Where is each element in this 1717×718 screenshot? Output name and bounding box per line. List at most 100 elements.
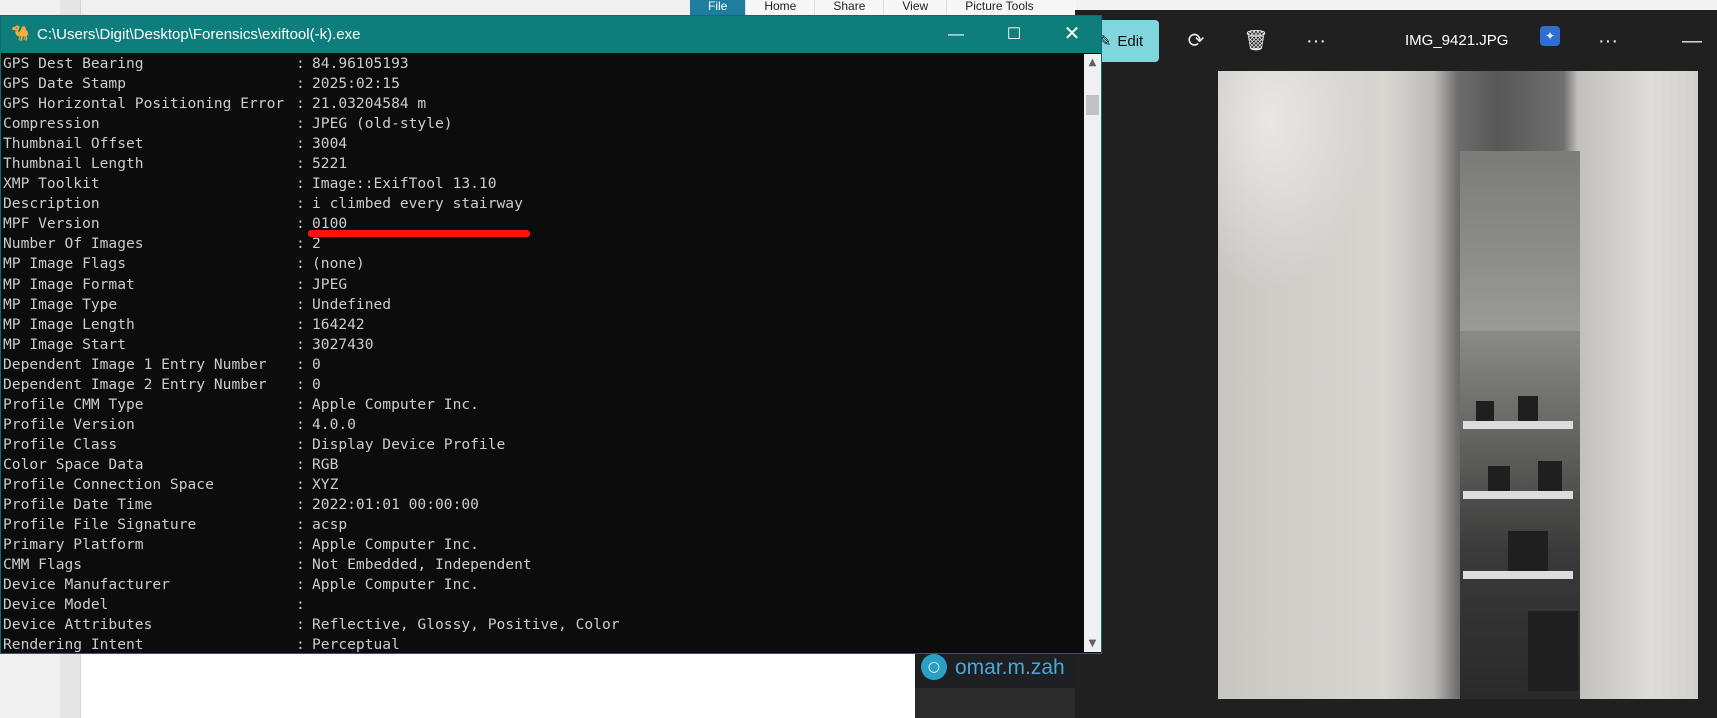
exif-separator: :	[296, 335, 305, 353]
exif-separator: :	[296, 435, 305, 453]
exif-row: MPF Version:0100	[3, 214, 1083, 234]
console-title: C:\Users\Digit\Desktop\Forensics\exiftoo…	[37, 26, 361, 43]
exif-tag-value: 164242	[312, 315, 365, 333]
exif-tag-name: Number Of Images	[3, 235, 144, 253]
exif-separator: :	[296, 616, 305, 634]
exif-separator: :	[296, 75, 305, 93]
ribbon-tab[interactable]: Share	[814, 0, 883, 15]
maximize-button[interactable]: ☐	[985, 16, 1043, 53]
ribbon-tab[interactable]: File	[690, 0, 746, 15]
overflow-menu-icon[interactable]: ···	[1595, 28, 1621, 54]
close-button[interactable]: ✕	[1043, 16, 1101, 53]
exif-row: Device Model:	[3, 595, 1083, 615]
more-options-icon[interactable]: ···	[1303, 28, 1329, 54]
presence-icon: ○	[921, 654, 947, 680]
exif-row: Profile Class: Display Device Profile	[3, 435, 1083, 455]
exif-tag-name: CMM Flags	[3, 556, 83, 574]
exif-tag-value: Apple Computer Inc.	[312, 395, 479, 413]
exif-tag-value: XYZ	[312, 475, 339, 493]
exif-separator: :	[296, 536, 305, 554]
ribbon-tab[interactable]: View	[883, 0, 946, 15]
exif-row: Profile File Signature: acsp	[3, 515, 1083, 535]
exif-tag-name: Dependent Image 1 Entry Number	[3, 355, 267, 373]
exif-tag-value: 0	[312, 355, 321, 373]
exif-separator: :	[296, 255, 305, 273]
exif-row: Profile CMM Type: Apple Computer Inc.	[3, 395, 1083, 415]
exif-row: Profile Date Time:2022:01:01 00:00:00	[3, 495, 1083, 515]
displayed-photo	[1218, 71, 1698, 699]
exif-tag-value: 2022:01:01 00:00:00	[312, 496, 479, 514]
exif-separator: :	[296, 636, 305, 652]
exif-separator: :	[296, 516, 305, 534]
ribbon-tab[interactable]: Home	[745, 0, 814, 15]
exif-tag-value: Apple Computer Inc.	[312, 536, 479, 554]
exif-tag-value: Perceptual	[312, 636, 400, 652]
exif-tag-name: Profile Date Time	[3, 496, 153, 514]
exif-separator: :	[296, 415, 305, 433]
exif-tag-name: GPS Date Stamp	[3, 75, 127, 93]
exif-tag-value: Image::ExifTool 13.10	[312, 175, 497, 193]
photos-app-window: ✎ Edit ⟳ 🗑 ··· IMG_9421.JPG ✦ ··· —	[1075, 10, 1717, 718]
exif-tag-name: GPS Dest Bearing	[3, 55, 144, 72]
exif-tag-value: 21.03204584 m	[312, 95, 427, 113]
exif-row: MP Image Length:164242	[3, 315, 1083, 335]
exif-row: Number Of Images:2	[3, 234, 1083, 254]
teams-lower-area	[915, 688, 1075, 718]
exif-tag-name: Profile Class	[3, 435, 118, 453]
editor-app-icon[interactable]: ✦	[1540, 26, 1560, 46]
exif-separator: :	[296, 235, 305, 253]
exif-tag-value: 3027430	[312, 335, 374, 353]
exif-tag-name: MP Image Flags	[3, 255, 127, 273]
console-titlebar[interactable]: 🐪 C:\Users\Digit\Desktop\Forensics\exift…	[1, 16, 1101, 53]
exif-tag-value: Not Embedded, Independent	[312, 556, 532, 574]
exif-row: MP Image Flags: (none)	[3, 254, 1083, 274]
exif-tag-name: Device Attributes	[3, 616, 153, 634]
exif-tag-value: Apple Computer Inc.	[312, 576, 479, 594]
exif-row: Profile Version:4.0.0	[3, 415, 1083, 435]
scroll-thumb[interactable]	[1086, 95, 1099, 115]
exif-separator: :	[296, 395, 305, 413]
exif-separator: :	[296, 55, 305, 72]
photo-desk	[1463, 491, 1573, 499]
exif-row: Device Attributes: Reflective, Glossy, Po…	[3, 615, 1083, 635]
exif-tag-name: Dependent Image 2 Entry Number	[3, 375, 267, 393]
minimize-button[interactable]: —	[927, 16, 985, 53]
exif-row: GPS Date Stamp:2025:02:15	[3, 74, 1083, 94]
exif-separator: :	[296, 115, 305, 133]
exif-separator: :	[296, 596, 305, 614]
exif-separator: :	[296, 455, 305, 473]
exif-tag-name: GPS Horizontal Positioning Error	[3, 95, 285, 113]
exif-tag-value: JPEG (old-style)	[312, 115, 453, 133]
rotate-icon[interactable]: ⟳	[1183, 28, 1209, 54]
exif-tag-value: acsp	[312, 516, 348, 534]
exif-row: XMP Toolkit: Image::ExifTool 13.10	[3, 174, 1083, 194]
scroll-down-arrow-icon[interactable]: ▼	[1084, 635, 1101, 652]
exif-tag-name: MP Image Length	[3, 315, 135, 333]
scroll-up-arrow-icon[interactable]: ▲	[1084, 54, 1101, 71]
console-scrollbar[interactable]: ▲ ▼	[1084, 54, 1101, 652]
exif-tag-name: Thumbnail Offset	[3, 135, 144, 153]
exif-separator: :	[296, 355, 305, 373]
photos-bottom-bar	[1075, 700, 1717, 718]
exif-tag-value: (none)	[312, 255, 365, 273]
exif-tag-value: 84.96105193	[312, 55, 409, 72]
exif-row: Thumbnail Length:5221	[3, 154, 1083, 174]
exif-tag-value: 2025:02:15	[312, 75, 400, 93]
exif-separator: :	[296, 95, 305, 113]
edit-button-label: Edit	[1117, 32, 1144, 50]
exif-row: Thumbnail Offset:3004	[3, 134, 1083, 154]
console-output[interactable]: GPS Dest Bearing:84.96105193 GPS Date Sta…	[3, 54, 1083, 652]
photo-desk	[1463, 421, 1573, 429]
minimize-icon[interactable]: —	[1679, 28, 1705, 54]
exiftool-console-window: 🐪 C:\Users\Digit\Desktop\Forensics\exift…	[0, 15, 1102, 654]
exif-tag-name: Thumbnail Length	[3, 155, 144, 173]
delete-icon[interactable]: 🗑	[1243, 28, 1269, 54]
exif-row: Primary Platform: Apple Computer Inc.	[3, 535, 1083, 555]
exif-row: MP Image Type: Undefined	[3, 295, 1083, 315]
exif-tag-value: i climbed every stairway	[312, 195, 523, 213]
exif-tag-name: MP Image Start	[3, 335, 127, 353]
exif-row: Compression: JPEG (old-style)	[3, 114, 1083, 134]
teams-user-name[interactable]: omar.m.zah	[955, 656, 1065, 680]
ribbon-tab[interactable]: Picture Tools	[946, 0, 1051, 15]
exif-separator: :	[296, 155, 305, 173]
